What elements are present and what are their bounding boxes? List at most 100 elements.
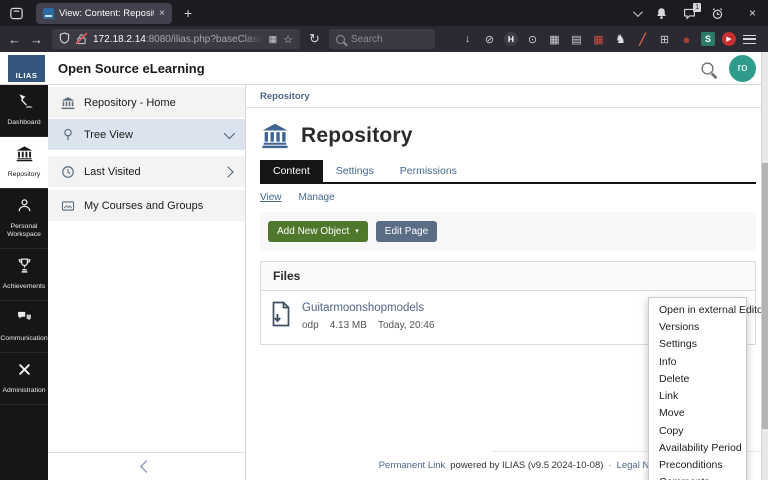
page-scrollbar[interactable] bbox=[761, 52, 768, 480]
main-sidebar: Dashboard Repository Personal Workspace … bbox=[0, 85, 48, 480]
chevron-down-icon bbox=[224, 127, 235, 138]
tools-icon bbox=[16, 361, 33, 383]
bookmark-star-icon[interactable]: ☆ bbox=[283, 33, 293, 46]
person-icon bbox=[16, 197, 33, 219]
extension-row: ↓ ⊘ H ⊙ ▦ ▤ ▦ ♞ ╱ ⊞ ● S ▶ bbox=[460, 32, 760, 47]
window-close-icon[interactable]: × bbox=[749, 6, 756, 20]
bell-icon[interactable] bbox=[655, 7, 668, 20]
menu-item-preconditions[interactable]: Preconditions bbox=[649, 457, 746, 474]
browser-tab[interactable]: View: Content: Repositor × bbox=[36, 3, 172, 24]
clock-icon bbox=[61, 165, 75, 179]
menu-item-move[interactable]: Move bbox=[649, 405, 746, 422]
tab-settings[interactable]: Settings bbox=[323, 160, 387, 182]
h-extension-icon[interactable]: H bbox=[504, 32, 518, 46]
play-extension-icon[interactable]: ▶ bbox=[722, 32, 736, 46]
subtab-manage[interactable]: Manage bbox=[299, 192, 335, 203]
firefox-view-icon[interactable] bbox=[9, 6, 24, 21]
red-shield-extension-icon[interactable]: ● bbox=[679, 32, 694, 47]
sidebar-item-dashboard[interactable]: Dashboard bbox=[0, 85, 48, 137]
menu-item-versions[interactable]: Versions bbox=[649, 319, 746, 336]
repository-bank-icon bbox=[260, 122, 290, 149]
sidebar-item-achievements[interactable]: Achievements bbox=[0, 249, 48, 301]
secondary-sidebar: Repository - Home Tree View Last Visited… bbox=[48, 85, 246, 480]
sidebar-item-repository-home[interactable]: Repository - Home bbox=[48, 87, 245, 118]
alarm-icon[interactable] bbox=[711, 7, 724, 20]
sidebar-item-repository[interactable]: Repository bbox=[0, 137, 48, 189]
menu-item-info[interactable]: Info bbox=[649, 354, 746, 371]
file-download-icon bbox=[271, 301, 291, 331]
sidebar-item-my-courses-and-groups[interactable]: My Courses and Groups bbox=[48, 190, 245, 221]
file-actions-menu: Open in external Editor Versions Setting… bbox=[648, 297, 747, 480]
back-button[interactable]: ← bbox=[8, 32, 21, 47]
avatar[interactable]: ro bbox=[729, 55, 756, 82]
trophy-icon bbox=[16, 257, 33, 279]
menu-item-link[interactable]: Link bbox=[649, 388, 746, 405]
chevron-left-icon bbox=[140, 460, 153, 473]
puzzle-extension-icon[interactable]: ⊞ bbox=[657, 32, 672, 47]
page-title: Repository bbox=[301, 124, 413, 148]
add-new-object-button[interactable]: Add New Object ▾ bbox=[268, 221, 368, 242]
insecure-lock-icon[interactable] bbox=[76, 33, 87, 45]
ilias-logo[interactable]: ILIAS bbox=[8, 55, 45, 82]
containers-grid-icon[interactable]: ▦ bbox=[269, 34, 278, 45]
menu-item-delete[interactable]: Delete bbox=[649, 371, 746, 388]
sidebar-item-communication[interactable]: Communication bbox=[0, 301, 48, 353]
scrollbar-thumb[interactable] bbox=[762, 163, 768, 428]
chevron-right-icon bbox=[222, 166, 233, 177]
file-modified: Today, 20:46 bbox=[378, 320, 435, 331]
breadcrumb[interactable]: Repository bbox=[246, 85, 768, 108]
tab-favicon-icon bbox=[43, 8, 54, 19]
key-icon[interactable]: ⊙ bbox=[525, 32, 540, 47]
hamburger-menu-icon[interactable] bbox=[743, 35, 756, 44]
notification-icon[interactable]: 1 bbox=[683, 7, 696, 20]
s-extension-icon[interactable]: S bbox=[701, 32, 715, 46]
file-name-link[interactable]: Guitarmoonshopmodels bbox=[302, 302, 434, 314]
tab-bar: Content Settings Permissions bbox=[260, 160, 756, 184]
tab-content[interactable]: Content bbox=[260, 160, 323, 182]
reload-icon[interactable]: ↻ bbox=[309, 31, 320, 47]
list-all-tabs-icon[interactable] bbox=[633, 7, 643, 17]
url-text[interactable]: 172.18.2.14:8080/ilias.php?baseClass=ilr… bbox=[93, 34, 263, 45]
search-icon bbox=[336, 35, 345, 44]
sidebar-item-last-visited[interactable]: Last Visited bbox=[48, 156, 245, 187]
menu-item-comments[interactable]: Comments bbox=[649, 474, 746, 480]
edit-page-button[interactable]: Edit Page bbox=[376, 221, 437, 242]
shield-icon[interactable] bbox=[59, 32, 70, 47]
lamp-icon bbox=[16, 93, 33, 115]
url-bar[interactable]: 172.18.2.14:8080/ilias.php?baseClass=ilr… bbox=[52, 29, 300, 49]
download-icon[interactable]: ↓ bbox=[460, 32, 475, 47]
permanent-link[interactable]: Permanent Link bbox=[379, 460, 446, 471]
notification-badge: 1 bbox=[693, 3, 701, 12]
speech-bubbles-icon bbox=[16, 309, 33, 331]
app-title: Open Source eLearning bbox=[58, 61, 205, 76]
bank-extension-icon[interactable]: ▤ bbox=[569, 32, 584, 47]
new-tab-button[interactable]: + bbox=[184, 5, 192, 21]
search-bar[interactable]: Search bbox=[329, 29, 435, 49]
menu-item-availability-period[interactable]: Availability Period bbox=[649, 440, 746, 457]
browser-tab-bar: View: Content: Repositor × + 1 × bbox=[0, 0, 768, 26]
subtab-view[interactable]: View bbox=[260, 192, 282, 203]
browser-toolbar: ← → 172.18.2.14:8080/ilias.php?baseClass… bbox=[0, 26, 768, 52]
sidebar-item-administration[interactable]: Administration bbox=[0, 353, 48, 405]
tab-permissions[interactable]: Permissions bbox=[387, 160, 470, 182]
tab-close-icon[interactable]: × bbox=[159, 8, 165, 19]
app-search-icon[interactable] bbox=[701, 62, 713, 74]
menu-item-copy[interactable]: Copy bbox=[649, 423, 746, 440]
app-header: ILIAS Open Source eLearning ro bbox=[0, 52, 768, 85]
subtab-bar: View Manage bbox=[246, 184, 768, 209]
file-type: odp bbox=[302, 320, 319, 331]
menu-item-open-in-external-editor[interactable]: Open in external Editor bbox=[649, 302, 746, 319]
red-grid-extension-icon[interactable]: ▦ bbox=[591, 32, 606, 47]
bank-small-icon bbox=[61, 96, 75, 110]
file-size: 4.13 MB bbox=[330, 320, 367, 331]
forward-button[interactable]: → bbox=[30, 32, 43, 47]
pen-extension-icon[interactable]: ╱ bbox=[635, 32, 650, 47]
menu-item-settings[interactable]: Settings bbox=[649, 336, 746, 353]
grid-extension-icon[interactable]: ▦ bbox=[547, 32, 562, 47]
sidebar-item-personal-workspace[interactable]: Personal Workspace bbox=[0, 189, 48, 250]
tree-icon bbox=[61, 128, 75, 142]
bird-extension-icon[interactable]: ♞ bbox=[613, 32, 628, 47]
blocker-icon[interactable]: ⊘ bbox=[482, 32, 497, 47]
sidebar-item-tree-view[interactable]: Tree View bbox=[48, 119, 245, 150]
sidebar-collapse-button[interactable] bbox=[48, 452, 245, 480]
